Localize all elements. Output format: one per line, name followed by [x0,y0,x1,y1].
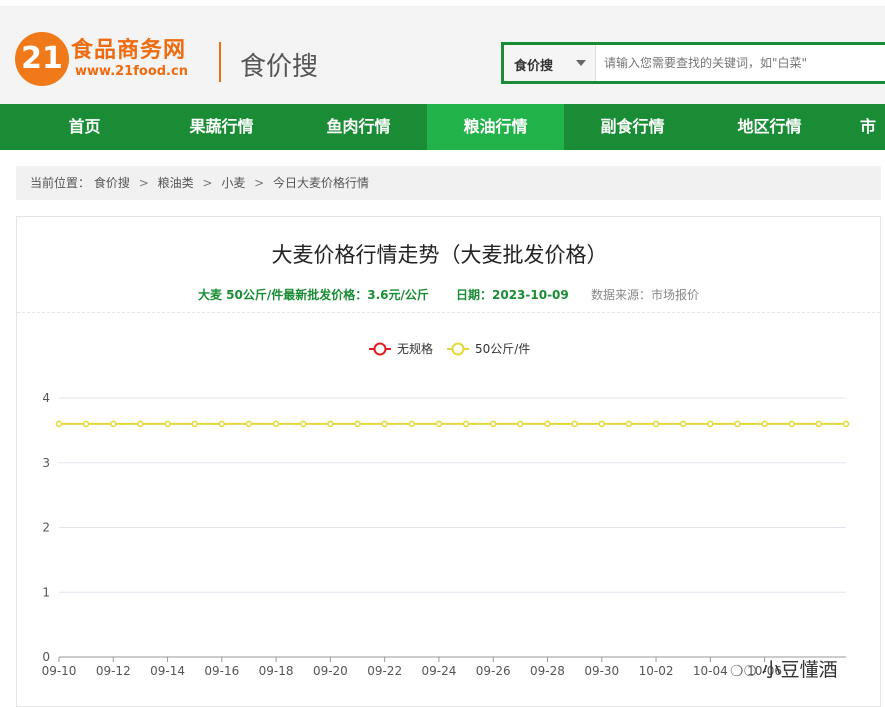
data-point [218,420,226,428]
x-tick-label: 09-14 [150,664,185,678]
chart-series [55,420,850,428]
legend-swatch-marker [451,342,465,356]
nav-item-market[interactable]: 市 [838,104,885,150]
data-point [462,420,470,428]
nav-item-non-staple[interactable]: 副食行情 [564,104,701,150]
breadcrumb-current: 今日大麦价格行情 [273,176,370,190]
legend-label: 50公斤/件 [475,342,530,356]
y-tick-label: 3 [42,456,50,470]
data-point [544,420,551,428]
data-point [55,420,63,428]
y-tick-label: 4 [42,391,50,405]
data-point [110,420,117,428]
data-point [245,420,253,428]
x-tick-label: 09-24 [421,664,456,678]
legend-swatch-marker [373,342,387,356]
legend-label: 无规格 [397,341,433,356]
search-box: 食价搜 [501,42,885,84]
data-point [598,420,606,428]
x-tick-label: 09-10 [42,664,77,678]
data-point [164,420,171,428]
chevron-down-icon [576,60,586,66]
chart-legend: 无规格 50公斤/件 [369,341,530,356]
data-point [679,420,687,428]
data-point [489,420,497,428]
nav-item-grain-oil[interactable]: 粮油行情 [427,104,564,150]
data-point [82,420,90,428]
x-tick-label: 09-26 [476,664,511,678]
header: 21 食品商务网 www.21food.cn 食价搜 食价搜 [0,0,885,104]
logo-divider [219,42,221,82]
x-tick-label: 10-02 [639,664,674,678]
x-tick-label: 10-04 [693,664,728,678]
x-tick-label: 09-28 [530,664,565,678]
logo-mark: 21 [15,32,69,86]
x-tick-label: 09-12 [96,664,131,678]
x-tick-label: 09-30 [584,664,619,678]
nav-item-home[interactable]: 首页 [16,104,153,150]
nav-item-fruit-veg[interactable]: 果蔬行情 [153,104,290,150]
data-point [652,420,660,428]
watermark: ❍❍ 小豆懂酒 [730,655,838,682]
watermark-text: 小豆懂酒 [761,659,838,681]
main-nav: 首页 果蔬行情 鱼肉行情 粮油行情 副食行情 地区行情 市 [0,104,885,150]
data-point [842,420,850,428]
breadcrumb-prefix: 当前位置： [30,176,91,190]
site-logo[interactable]: 21 食品商务网 www.21food.cn [15,28,205,94]
data-point [137,420,144,428]
breadcrumb-separator: > [138,176,149,190]
breadcrumb: 当前位置： 食价搜 > 粮油类 > 小麦 > 今日大麦价格行情 [16,166,881,200]
chart-grid [59,397,846,658]
wechat-icon: ❍❍ [730,662,762,680]
x-tick-label: 09-16 [204,664,239,678]
y-tick-label: 2 [42,521,50,535]
data-point [381,420,388,428]
data-point [299,420,307,428]
data-point [788,420,795,428]
logo-name: 食品商务网 [71,38,187,63]
y-tick-label: 1 [42,585,50,599]
breadcrumb-link[interactable]: 小麦 [221,176,245,190]
y-axis-ticks: 0 1 2 3 4 [42,391,50,664]
data-point [571,420,578,428]
nav-item-region[interactable]: 地区行情 [701,104,838,150]
data-point [625,420,633,428]
data-point [435,420,443,428]
search-input[interactable] [596,45,885,81]
data-point [327,420,334,428]
x-tick-label: 09-20 [313,664,348,678]
x-axis-ticks: 09-10 09-12 09-14 09-16 09-18 09-20 09-22 09-24… [42,657,782,678]
price-chart-panel: 大麦价格行情走势（大麦批发价格） 大麦 50公斤/件最新批发价格：3.6元/公斤… [16,216,881,707]
data-point [191,420,198,428]
breadcrumb-separator: > [254,176,265,190]
data-point [761,420,768,428]
data-point [408,420,416,428]
x-tick-label: 09-22 [367,664,402,678]
data-point [734,420,741,428]
data-point [517,420,524,428]
price-line-chart: 无规格 50公斤/件 01234 09-10 09-12 09-14 09-16 09-1… [42,341,850,678]
site-subtitle: 食价搜 [240,52,319,82]
x-tick-label: 09-18 [259,664,294,678]
search-category-label: 食价搜 [514,59,554,74]
data-point [272,420,280,428]
data-point [707,420,714,428]
breadcrumb-separator: > [202,176,213,190]
data-point [354,420,361,428]
data-point [815,420,823,428]
search-category-select[interactable]: 食价搜 [504,45,596,81]
logo-url: www.21food.cn [75,64,188,79]
breadcrumb-link[interactable]: 粮油类 [158,176,194,190]
nav-item-fish-meat[interactable]: 鱼肉行情 [290,104,427,150]
breadcrumb-link[interactable]: 食价搜 [94,176,130,190]
y-tick-label: 0 [42,650,50,664]
